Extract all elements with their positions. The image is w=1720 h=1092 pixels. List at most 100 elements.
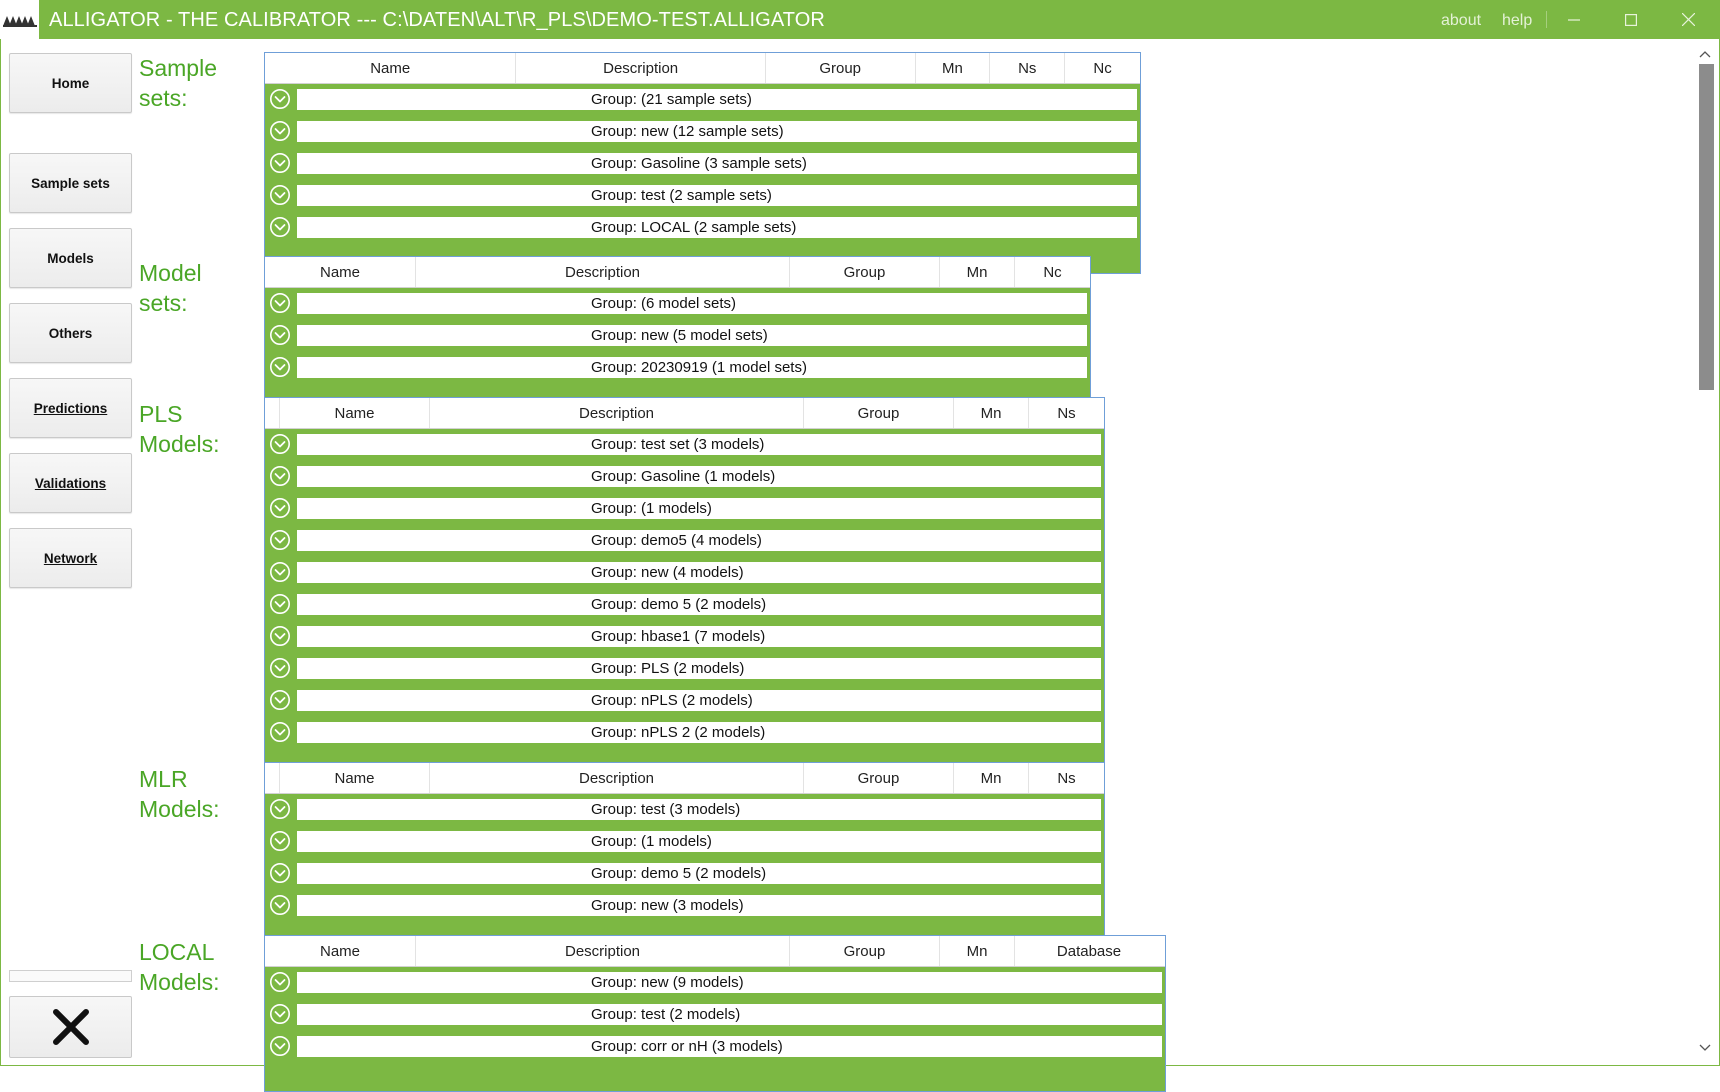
expand-chevron-icon[interactable] bbox=[269, 356, 291, 378]
nav-network-button[interactable]: Network bbox=[9, 528, 132, 588]
expand-chevron-icon[interactable] bbox=[269, 1035, 291, 1057]
column-header-name[interactable]: Name bbox=[280, 398, 430, 428]
column-header-description[interactable]: Description bbox=[516, 53, 766, 83]
group-row[interactable]: Group: demo 5 (2 models) bbox=[265, 589, 1104, 621]
group-row[interactable]: Group: test (2 models) bbox=[265, 999, 1165, 1031]
column-header-ns[interactable]: Ns bbox=[1029, 763, 1104, 793]
help-link[interactable]: help bbox=[1502, 0, 1532, 39]
expand-chevron-icon[interactable] bbox=[269, 894, 291, 916]
column-header-nc[interactable]: Nc bbox=[1015, 257, 1090, 287]
nav-models-button[interactable]: Models bbox=[9, 228, 132, 288]
expand-chevron-icon[interactable] bbox=[269, 324, 291, 346]
group-row[interactable]: Group: Gasoline (3 sample sets) bbox=[265, 148, 1140, 180]
column-header-group[interactable]: Group bbox=[790, 936, 940, 966]
group-row[interactable]: Group: LOCAL (2 sample sets) bbox=[265, 212, 1140, 244]
close-x-icon bbox=[52, 1009, 89, 1045]
expand-chevron-icon[interactable] bbox=[269, 657, 291, 679]
column-header-description[interactable]: Description bbox=[416, 257, 790, 287]
column-header-ns[interactable]: Ns bbox=[1029, 398, 1104, 428]
group-row[interactable]: Group: new (3 models) bbox=[265, 890, 1104, 922]
group-row[interactable]: Group: demo 5 (2 models) bbox=[265, 858, 1104, 890]
title-bar: ALLIGATOR - THE CALIBRATOR --- C:\DATEN\… bbox=[0, 0, 1720, 39]
vertical-scrollbar[interactable] bbox=[1696, 46, 1714, 1060]
window-close-button[interactable] bbox=[1660, 0, 1716, 39]
expand-chevron-icon[interactable] bbox=[269, 465, 291, 487]
nav-validations-button[interactable]: Validations bbox=[9, 453, 132, 513]
column-header-description[interactable]: Description bbox=[430, 763, 804, 793]
column-header-database[interactable]: Database bbox=[1015, 936, 1163, 966]
group-row[interactable]: Group: new (9 models) bbox=[265, 967, 1165, 999]
group-label: Group: (21 sample sets) bbox=[297, 89, 1137, 110]
column-header-mn[interactable]: Mn bbox=[954, 763, 1029, 793]
group-row[interactable]: Group: test set (3 models) bbox=[265, 429, 1104, 461]
expand-chevron-icon[interactable] bbox=[269, 216, 291, 238]
group-row[interactable]: Group: test (3 models) bbox=[265, 794, 1104, 826]
group-row[interactable]: Group: new (5 model sets) bbox=[265, 320, 1090, 352]
group-row[interactable]: Group: (1 models) bbox=[265, 826, 1104, 858]
expand-chevron-icon[interactable] bbox=[269, 862, 291, 884]
column-header-description[interactable]: Description bbox=[430, 398, 804, 428]
column-header-name[interactable]: Name bbox=[280, 763, 430, 793]
expand-chevron-icon[interactable] bbox=[269, 798, 291, 820]
group-row[interactable]: Group: (6 model sets) bbox=[265, 288, 1090, 320]
column-header-description[interactable]: Description bbox=[416, 936, 790, 966]
expand-chevron-icon[interactable] bbox=[269, 561, 291, 583]
scroll-up-icon[interactable] bbox=[1698, 48, 1712, 60]
expand-chevron-icon[interactable] bbox=[269, 88, 291, 110]
column-header-mn[interactable]: Mn bbox=[916, 53, 991, 83]
expand-chevron-icon[interactable] bbox=[269, 433, 291, 455]
column-header-ns[interactable]: Ns bbox=[990, 53, 1066, 83]
grid-local-models: Name Description Group Mn Database Group: new… bbox=[264, 935, 1166, 1092]
nav-others-button[interactable]: Others bbox=[9, 303, 132, 363]
expand-chevron-icon[interactable] bbox=[269, 1003, 291, 1025]
minimize-button[interactable] bbox=[1546, 0, 1602, 39]
expand-chevron-icon[interactable] bbox=[269, 593, 291, 615]
expand-chevron-icon[interactable] bbox=[269, 689, 291, 711]
group-row[interactable]: Group: new (12 sample sets) bbox=[265, 116, 1140, 148]
expand-chevron-icon[interactable] bbox=[269, 625, 291, 647]
scroll-down-icon[interactable] bbox=[1698, 1042, 1712, 1054]
column-header-nc[interactable]: Nc bbox=[1065, 53, 1140, 83]
column-header-mn[interactable]: Mn bbox=[954, 398, 1029, 428]
column-header-name[interactable]: Name bbox=[265, 53, 517, 83]
group-row[interactable]: Group: (1 models) bbox=[265, 493, 1104, 525]
expand-chevron-icon[interactable] bbox=[269, 529, 291, 551]
expand-chevron-icon[interactable] bbox=[269, 830, 291, 852]
group-row[interactable]: Group: demo5 (4 models) bbox=[265, 525, 1104, 557]
expand-chevron-icon[interactable] bbox=[269, 721, 291, 743]
group-row[interactable]: Group: test (2 sample sets) bbox=[265, 180, 1140, 212]
nav-sample-sets-button[interactable]: Sample sets bbox=[9, 153, 132, 213]
group-row[interactable]: Group: PLS (2 models) bbox=[265, 653, 1104, 685]
group-row[interactable]: Group: Gasoline (1 models) bbox=[265, 461, 1104, 493]
column-header-mn[interactable]: Mn bbox=[940, 936, 1015, 966]
group-label: Group: PLS (2 models) bbox=[297, 658, 1101, 679]
group-label: Group: new (3 models) bbox=[297, 895, 1101, 916]
column-header-mn[interactable]: Mn bbox=[940, 257, 1015, 287]
expand-chevron-icon[interactable] bbox=[269, 497, 291, 519]
maximize-button[interactable] bbox=[1603, 0, 1659, 39]
group-row[interactable]: Group: new (4 models) bbox=[265, 557, 1104, 589]
scroll-thumb[interactable] bbox=[1699, 64, 1714, 390]
column-header-name[interactable]: Name bbox=[265, 257, 416, 287]
column-header-group[interactable]: Group bbox=[790, 257, 940, 287]
expand-chevron-icon[interactable] bbox=[269, 292, 291, 314]
exit-button[interactable] bbox=[9, 996, 132, 1058]
group-row[interactable]: Group: (21 sample sets) bbox=[265, 84, 1140, 116]
column-header-group[interactable]: Group bbox=[766, 53, 916, 83]
group-row[interactable]: Group: hbase1 (7 models) bbox=[265, 621, 1104, 653]
group-row[interactable]: Group: nPLS (2 models) bbox=[265, 685, 1104, 717]
nav-home-button[interactable]: Home bbox=[9, 53, 132, 113]
expand-chevron-icon[interactable] bbox=[269, 120, 291, 142]
nav-predictions-button[interactable]: Predictions bbox=[9, 378, 132, 438]
about-link[interactable]: about bbox=[1441, 0, 1481, 39]
group-row[interactable]: Group: corr or nH (3 models) bbox=[265, 1031, 1165, 1063]
group-label: Group: test (2 models) bbox=[297, 1004, 1162, 1025]
expand-chevron-icon[interactable] bbox=[269, 184, 291, 206]
expand-chevron-icon[interactable] bbox=[269, 971, 291, 993]
column-header-group[interactable]: Group bbox=[804, 763, 954, 793]
expand-chevron-icon[interactable] bbox=[269, 152, 291, 174]
group-row[interactable]: Group: nPLS 2 (2 models) bbox=[265, 717, 1104, 749]
column-header-group[interactable]: Group bbox=[804, 398, 954, 428]
column-header-name[interactable]: Name bbox=[265, 936, 416, 966]
group-row[interactable]: Group: 20230919 (1 model sets) bbox=[265, 352, 1090, 384]
